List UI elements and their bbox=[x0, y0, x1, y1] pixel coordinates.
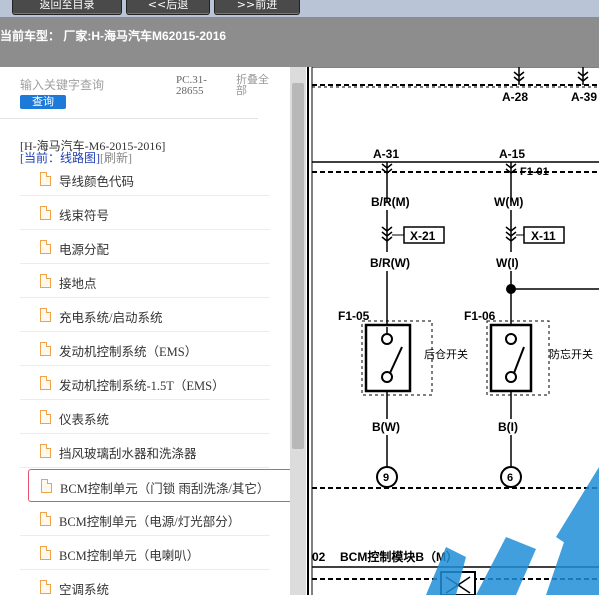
tree-item[interactable]: 线束符号 bbox=[20, 197, 270, 230]
tree-item-label: BCM控制单元（电源/灯光部分） bbox=[59, 515, 241, 529]
switch-left: F1-05 后仓开关 B(W) 9 bbox=[338, 309, 468, 488]
pin-6: 6 bbox=[507, 472, 513, 484]
scroll-thumb[interactable] bbox=[292, 83, 304, 449]
svg-text:后仓开关: 后仓开关 bbox=[424, 347, 468, 361]
tree-item[interactable]: BCM控制单元（门锁 雨刮洗涤/其它） bbox=[28, 469, 290, 502]
next-button[interactable]: >>前进 bbox=[214, 0, 300, 15]
tree-item-label: 导线颜色代码 bbox=[59, 175, 135, 189]
connector-x21-label: X-21 bbox=[410, 229, 436, 243]
tree-item-label: 电源分配 bbox=[59, 243, 110, 257]
prev-button[interactable]: <<后退 bbox=[126, 0, 210, 15]
tree-item-label: 挡风玻璃刮水器和洗涤器 bbox=[59, 447, 197, 461]
document-icon bbox=[40, 512, 51, 526]
tree-item-label: BCM控制单元（门锁 雨刮洗涤/其它） bbox=[60, 482, 270, 496]
tree-item-label: BCM控制单元（电喇叭） bbox=[59, 549, 200, 563]
document-icon bbox=[40, 410, 51, 424]
wire-right: W(M) X-11 W(I) bbox=[494, 162, 599, 327]
wiring-diagram: A-28 A-39 A-31 A-15 F1-01 B/R(M) X-21 B/… bbox=[306, 67, 599, 595]
document-icon bbox=[40, 580, 51, 594]
svg-text:B/R(M): B/R(M) bbox=[371, 195, 410, 209]
current-vehicle-label: 当前车型： 厂家:H-海马汽车M62015-2016 bbox=[0, 29, 227, 43]
tree-item-label: 充电系统/启动系统 bbox=[59, 311, 163, 325]
tree-item[interactable]: BCM控制单元（电喇叭） bbox=[20, 537, 270, 570]
collapse-all-link[interactable]: 折叠全部 bbox=[236, 75, 276, 97]
document-icon bbox=[40, 206, 51, 220]
connector-label: A-39 bbox=[571, 90, 597, 104]
wire-left: B/R(M) X-21 B/R(W) bbox=[370, 162, 445, 327]
document-icon bbox=[40, 546, 51, 560]
document-icon bbox=[40, 308, 51, 322]
tree-item-label: 线束符号 bbox=[59, 209, 110, 223]
tree-item[interactable]: 导线颜色代码 bbox=[20, 163, 270, 196]
pin-label: F1-01 bbox=[520, 166, 549, 178]
document-icon bbox=[40, 240, 51, 254]
tree-item-label: 仪表系统 bbox=[59, 413, 110, 427]
page-code: PC.31-28655 bbox=[176, 74, 207, 97]
document-icon bbox=[41, 479, 52, 493]
svg-text:W(I): W(I) bbox=[496, 256, 519, 270]
svg-text:W(M): W(M) bbox=[494, 195, 523, 209]
tree-item[interactable]: 充电系统/启动系统 bbox=[20, 299, 270, 332]
search-button[interactable]: 查询 bbox=[20, 95, 66, 109]
pin-9: 9 bbox=[383, 472, 389, 484]
divider bbox=[0, 118, 258, 119]
module-number: 02 bbox=[312, 550, 326, 564]
back-to-catalog-button[interactable]: 返回至目录 bbox=[12, 0, 122, 15]
document-icon bbox=[40, 342, 51, 356]
connector-label: A-31 bbox=[373, 147, 399, 161]
tree-item-label: 发动机控制系统-1.5T（EMS） bbox=[59, 379, 225, 393]
svg-text:B(I): B(I) bbox=[498, 420, 518, 434]
document-icon bbox=[40, 274, 51, 288]
svg-text:F1-06: F1-06 bbox=[464, 309, 496, 323]
svg-text:B/R(W): B/R(W) bbox=[370, 256, 410, 270]
tree-item[interactable]: 发动机控制系统（EMS） bbox=[20, 333, 270, 366]
document-icon bbox=[40, 376, 51, 390]
tree-item[interactable]: 电源分配 bbox=[20, 231, 270, 264]
search-input[interactable] bbox=[20, 77, 170, 93]
catalog-panel: 查询 PC.31-28655 折叠全部 [H-海马汽车-M6-2015-2016… bbox=[0, 67, 290, 595]
svg-text:防忘开关: 防忘开关 bbox=[549, 347, 593, 361]
tree-item[interactable]: 发动机控制系统-1.5T（EMS） bbox=[20, 367, 270, 400]
tree-item-label: 发动机控制系统（EMS） bbox=[59, 345, 198, 359]
document-icon bbox=[40, 444, 51, 458]
vehicle-bar: 当前车型： 厂家:H-海马汽车M62015-2016 bbox=[0, 17, 599, 67]
svg-text:B(W): B(W) bbox=[372, 420, 400, 434]
connector-label: A-15 bbox=[499, 147, 525, 161]
tree-item[interactable]: 仪表系统 bbox=[20, 401, 270, 434]
scrollbar[interactable] bbox=[290, 67, 306, 595]
tree-item[interactable]: 挡风玻璃刮水器和洗涤器 bbox=[20, 435, 270, 468]
tree-item-label: 接地点 bbox=[59, 277, 97, 291]
connector-x11-label: X-11 bbox=[531, 229, 556, 243]
tree-item[interactable]: 空调系统 bbox=[20, 571, 270, 595]
top-toolbar: 返回至目录 <<后退 >>前进 bbox=[0, 0, 599, 17]
tree-item[interactable]: 接地点 bbox=[20, 265, 270, 298]
tree-item[interactable]: BCM控制单元（电源/灯光部分） bbox=[20, 503, 270, 536]
document-icon bbox=[40, 172, 51, 186]
switch-right: F1-06 防忘开关 B(I) 6 bbox=[464, 309, 593, 488]
tree-item-label: 空调系统 bbox=[59, 583, 110, 595]
connector-label: A-28 bbox=[502, 90, 528, 104]
